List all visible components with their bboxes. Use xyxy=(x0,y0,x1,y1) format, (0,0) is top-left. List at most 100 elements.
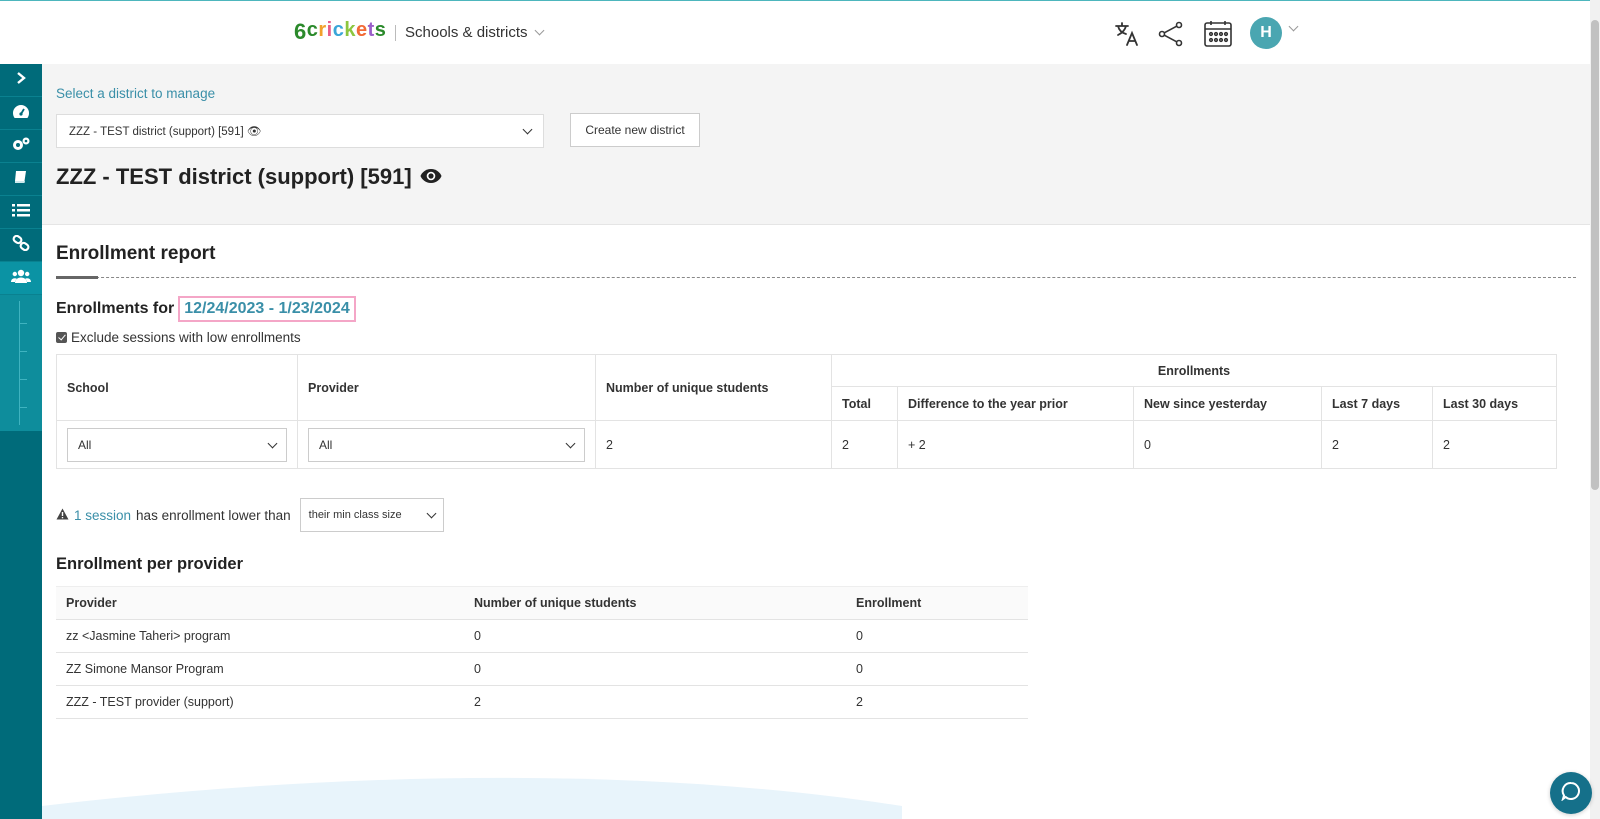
table-header-row: Provider Number of unique students Enrol… xyxy=(56,586,1028,620)
provider-filter-value: All xyxy=(319,437,333,452)
gears-icon xyxy=(11,136,31,157)
enrollments-for-label: Enrollments for xyxy=(56,300,175,317)
logo-char: c xyxy=(306,19,319,41)
app-switcher-label: Schools & districts xyxy=(405,24,528,41)
dashboard-icon xyxy=(12,103,30,124)
col-last-30-days: Last 30 days xyxy=(1432,386,1557,421)
chat-icon xyxy=(1561,781,1581,806)
sidebar-item-dashboard[interactable] xyxy=(0,97,42,130)
cell-enrollment: 0 xyxy=(846,652,1028,686)
sidebar-item-users[interactable] xyxy=(0,262,42,295)
col-last-7-days: Last 7 days xyxy=(1321,386,1433,421)
exclude-label: Exclude sessions with low enrollments xyxy=(71,330,301,345)
table-row: All All 2 2 + 2 0 2 2 xyxy=(56,420,1557,469)
cell-students: 0 xyxy=(464,652,846,686)
sidebar-toggle[interactable] xyxy=(0,64,42,97)
translate-icon[interactable] xyxy=(1112,19,1142,49)
enrollment-summary-table: School Provider Number of unique student… xyxy=(56,354,1557,469)
col-enrollments-group: Enrollments xyxy=(831,354,1557,387)
school-filter-value: All xyxy=(78,437,92,452)
col-unique-students: Number of unique students xyxy=(595,354,832,421)
col-new-since-yesterday: New since yesterday xyxy=(1133,386,1322,421)
avatar-initial: H xyxy=(1260,24,1272,41)
exclude-low-enrollment[interactable]: Exclude sessions with low enrollments xyxy=(56,330,301,345)
logo-char: c xyxy=(332,19,345,41)
warning-icon xyxy=(56,508,69,523)
link-icon xyxy=(12,234,30,256)
warning-text: has enrollment lower than xyxy=(136,507,291,523)
logo-char: e xyxy=(355,19,368,41)
cell-provider: ZZ Simone Mansor Program xyxy=(56,652,464,686)
scrollbar-thumb[interactable] xyxy=(1591,20,1599,490)
cell-enrollment: 2 xyxy=(846,685,1028,719)
threshold-select[interactable]: their min class size xyxy=(299,498,444,532)
district-title: ZZZ - TEST district (support) [591] xyxy=(56,164,442,190)
low-enrollment-sessions-link[interactable]: 1 session xyxy=(74,508,131,523)
calendar-icon[interactable] xyxy=(1203,19,1233,49)
sidebar xyxy=(0,64,42,819)
provider-filter-select[interactable]: All xyxy=(308,427,585,462)
report-title: Enrollment report xyxy=(56,243,216,264)
logo-char: r xyxy=(318,19,327,41)
district-title-text: ZZZ - TEST district (support) [591] xyxy=(56,164,412,189)
sixcrickets-logo[interactable]: 6 c r i c k e t s xyxy=(294,19,386,45)
sidebar-item-settings[interactable] xyxy=(0,130,42,163)
top-header: 6 c r i c k e t s Schools & districts H xyxy=(0,0,1590,64)
sidebar-item-list[interactable] xyxy=(0,196,42,229)
low-enrollment-warning: 1 session has enrollment lower than thei… xyxy=(56,498,444,532)
table-header-row: School Provider Number of unique student… xyxy=(56,354,1557,421)
scrollbar[interactable] xyxy=(1590,0,1600,819)
sidebar-item-links[interactable] xyxy=(0,229,42,262)
eye-icon[interactable] xyxy=(420,164,442,190)
cell-last-7-days: 2 xyxy=(1321,420,1433,469)
table-row: ZZZ - TEST provider (support) 2 2 xyxy=(56,685,1028,719)
chevron-down-icon xyxy=(522,124,533,135)
header-divider xyxy=(395,25,396,41)
table-row: ZZ Simone Mansor Program 0 0 xyxy=(56,652,1028,686)
chat-support-button[interactable] xyxy=(1550,772,1592,814)
logo-char: 6 xyxy=(294,19,307,44)
col-enrollment: Enrollment xyxy=(846,586,1028,620)
sidebar-submenu xyxy=(0,295,42,431)
decorative-wave xyxy=(42,777,902,819)
chevron-down-icon xyxy=(534,25,544,36)
create-district-button[interactable]: Create new district xyxy=(570,113,700,147)
col-diff-year-prior: Difference to the year prior xyxy=(897,386,1134,421)
cell-new-since-yesterday: 0 xyxy=(1133,420,1322,469)
per-provider-table: Provider Number of unique students Enrol… xyxy=(56,586,1028,719)
app-switcher[interactable]: Schools & districts xyxy=(405,24,544,41)
avatar[interactable]: H xyxy=(1250,17,1282,49)
logo-char: s xyxy=(374,19,387,41)
select-district-link[interactable]: Select a district to manage xyxy=(56,86,215,101)
cell-diff-year-prior: + 2 xyxy=(897,420,1134,469)
col-provider: Provider xyxy=(297,354,596,421)
logo-char: k xyxy=(344,19,356,41)
threshold-select-value: their min class size xyxy=(308,509,402,521)
district-select-value: ZZZ - TEST district (support) [591] 👁 xyxy=(69,126,262,138)
table-row: zz <Jasmine Taheri> program 0 0 xyxy=(56,619,1028,653)
cell-total: 2 xyxy=(831,420,898,469)
book-icon xyxy=(13,169,29,190)
cell-enrollment: 0 xyxy=(846,619,1028,653)
col-unique-students: Number of unique students xyxy=(464,586,846,620)
logo-char: t xyxy=(367,19,375,41)
cell-students: 0 xyxy=(464,619,846,653)
col-provider: Provider xyxy=(56,586,464,620)
report-divider xyxy=(56,277,1576,278)
school-filter-select[interactable]: All xyxy=(67,427,287,462)
users-icon xyxy=(11,268,31,289)
share-icon[interactable] xyxy=(1156,19,1186,49)
chevron-down-icon xyxy=(565,438,576,448)
chevron-down-icon[interactable] xyxy=(1288,21,1299,32)
report-divider-accent xyxy=(56,276,98,279)
per-provider-title: Enrollment per provider xyxy=(56,555,244,573)
cell-students: 2 xyxy=(464,685,846,719)
sidebar-item-book[interactable] xyxy=(0,163,42,196)
col-school: School xyxy=(56,354,298,421)
col-total: Total xyxy=(831,386,898,421)
date-range-picker[interactable]: 12/24/2023 - 1/23/2024 xyxy=(178,296,356,322)
exclude-checkbox[interactable] xyxy=(56,332,67,343)
cell-provider: ZZZ - TEST provider (support) xyxy=(56,685,464,719)
district-select[interactable]: ZZZ - TEST district (support) [591] 👁 xyxy=(56,114,544,148)
cell-unique-students: 2 xyxy=(595,420,832,469)
